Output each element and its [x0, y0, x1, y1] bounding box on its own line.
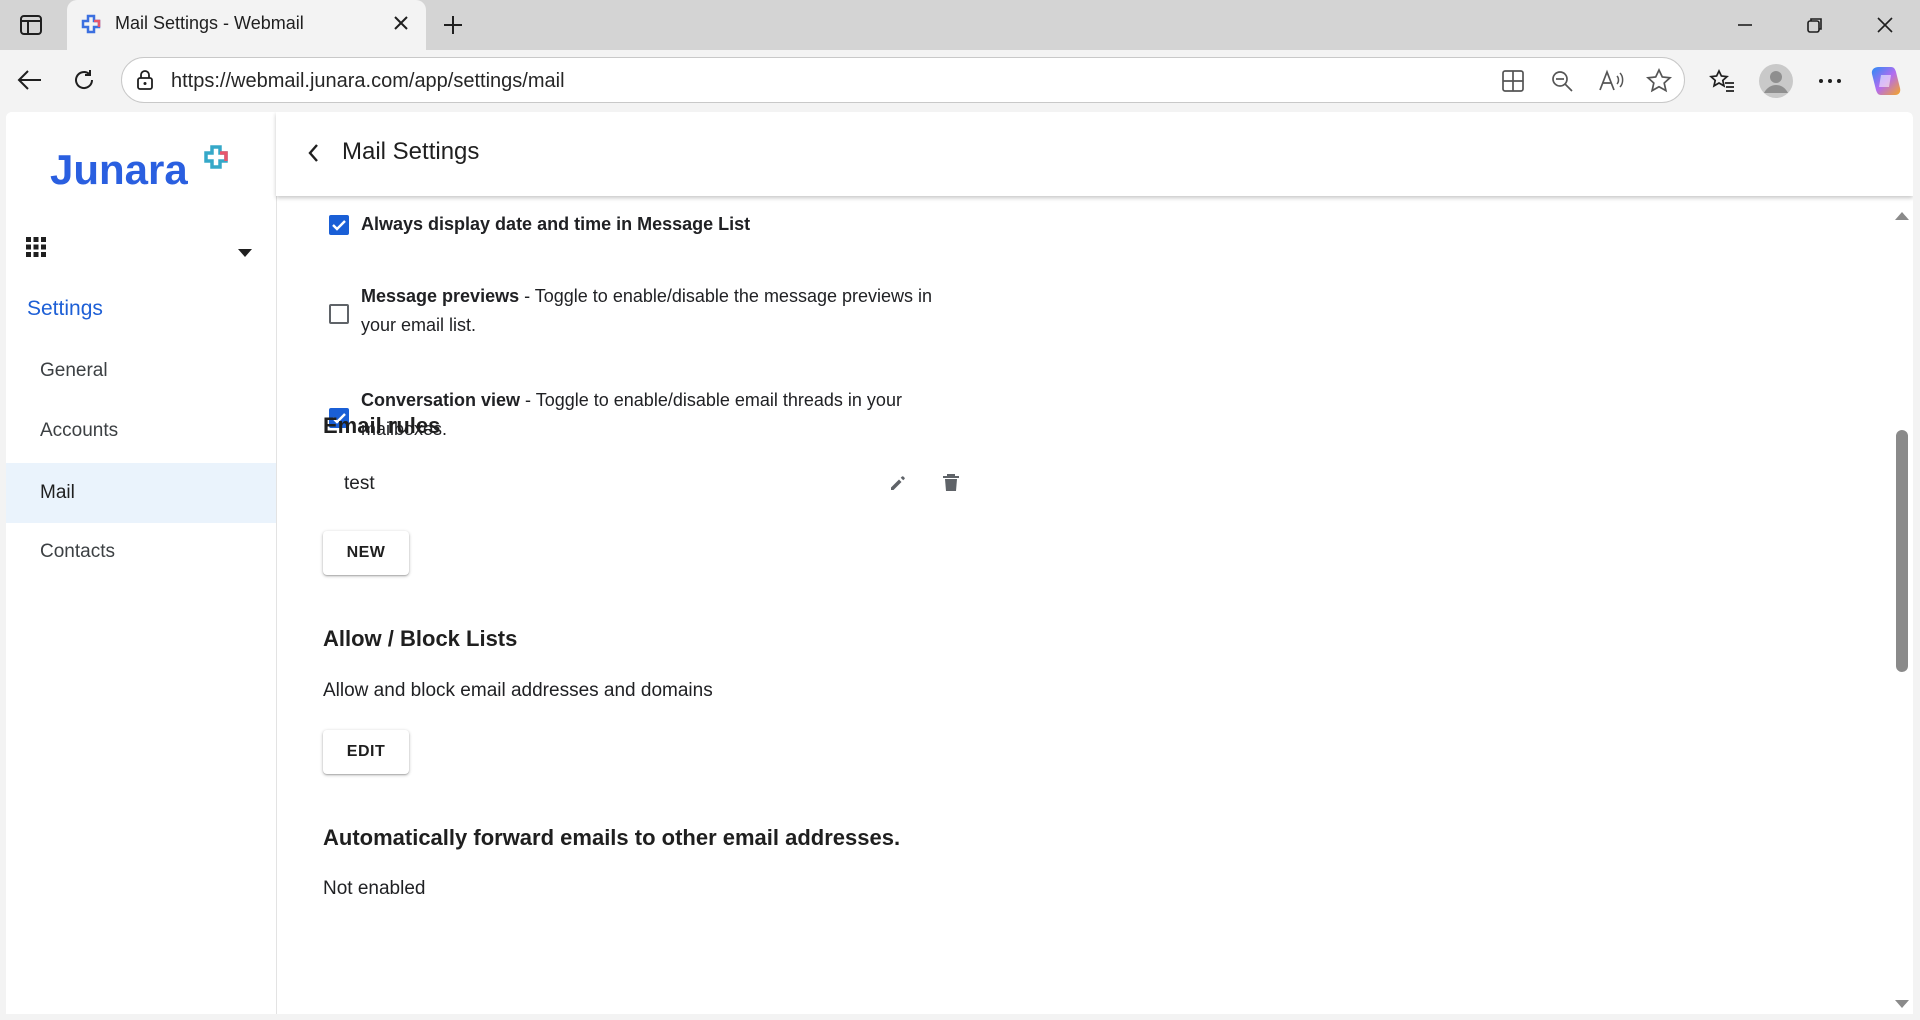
conversation-view-option-label: Conversation view - Toggle to enable/dis… — [361, 386, 961, 444]
sidebar-toggle-icon[interactable] — [18, 12, 44, 38]
sidebar-item-mail[interactable]: Mail — [6, 463, 276, 523]
settings-content: Always display date and time in Message … — [276, 196, 1896, 1014]
option-title: Message previews — [361, 286, 520, 306]
chevron-left-icon[interactable] — [306, 142, 320, 169]
webmail-page: Junara Settings General Accounts Mail Co… — [6, 112, 1913, 1014]
lock-icon[interactable] — [135, 69, 155, 96]
restore-icon[interactable] — [1800, 10, 1830, 40]
allow-block-heading: Allow / Block Lists — [323, 626, 518, 651]
tab-close-icon[interactable] — [390, 12, 412, 39]
copilot-icon[interactable] — [1868, 63, 1904, 99]
settings-heading: Settings — [27, 297, 103, 320]
browser-tab[interactable]: Mail Settings - Webmail — [67, 0, 426, 50]
scrollbar-thumb[interactable] — [1896, 430, 1908, 672]
sidebar-item-accounts[interactable]: Accounts — [6, 401, 276, 461]
forwarding-status: Not enabled — [323, 878, 426, 899]
forwarding-heading: Automatically forward emails to other em… — [323, 825, 901, 850]
page-title: Mail Settings — [342, 138, 480, 165]
sidebar-item-general[interactable]: General — [6, 341, 276, 401]
new-tab-icon[interactable] — [438, 10, 468, 40]
scroll-up-icon[interactable] — [1895, 208, 1909, 226]
junara-logo[interactable]: Junara — [50, 142, 240, 197]
back-icon[interactable] — [14, 64, 46, 96]
favorites-icon[interactable] — [1706, 65, 1738, 97]
delete-rule-icon[interactable] — [942, 473, 960, 498]
sidebar-item-contacts[interactable]: Contacts — [6, 522, 276, 582]
read-aloud-icon[interactable] — [1598, 69, 1624, 98]
zoom-out-icon[interactable] — [1550, 69, 1574, 98]
browser-toolbar: https://webmail.junara.com/app/settings/… — [0, 50, 1920, 112]
address-bar[interactable]: https://webmail.junara.com/app/settings/… — [121, 57, 1685, 103]
tab-bar: Mail Settings - Webmail — [0, 0, 1920, 50]
scroll-down-icon[interactable] — [1895, 996, 1909, 1014]
date-time-checkbox[interactable] — [329, 215, 349, 235]
message-previews-option-label: Message previews - Toggle to enable/disa… — [361, 282, 961, 340]
app-launcher-icon[interactable] — [25, 236, 47, 263]
allow-block-description: Allow and block email addresses and doma… — [323, 680, 713, 701]
close-window-icon[interactable] — [1870, 10, 1900, 40]
email-rules-heading: Email rules — [323, 413, 441, 438]
message-previews-checkbox[interactable] — [329, 304, 349, 324]
refresh-icon[interactable] — [68, 64, 100, 96]
sidebar: Junara Settings General Accounts Mail Co… — [6, 112, 277, 1014]
option-title: Conversation view — [361, 390, 521, 410]
chevron-down-icon[interactable] — [238, 244, 252, 262]
date-time-option-label: Always display date and time in Message … — [361, 210, 961, 239]
favorite-star-icon[interactable] — [1646, 68, 1672, 99]
edit-rule-icon[interactable] — [888, 473, 908, 498]
brand-text: Junara — [50, 146, 188, 192]
tab-title: Mail Settings - Webmail — [115, 13, 304, 33]
app-available-icon[interactable] — [1501, 69, 1525, 98]
option-title: Always display date and time in Message … — [361, 214, 751, 234]
rule-name: test — [344, 473, 375, 494]
edit-lists-button[interactable]: EDIT — [323, 730, 409, 774]
minimize-icon[interactable] — [1730, 10, 1760, 40]
junara-favicon-icon — [81, 14, 101, 39]
new-rule-button[interactable]: NEW — [323, 531, 409, 575]
page-header: Mail Settings — [276, 112, 1913, 196]
more-icon[interactable] — [1814, 65, 1846, 97]
url-text: https://webmail.junara.com/app/settings/… — [171, 70, 565, 92]
profile-icon[interactable] — [1757, 62, 1795, 100]
